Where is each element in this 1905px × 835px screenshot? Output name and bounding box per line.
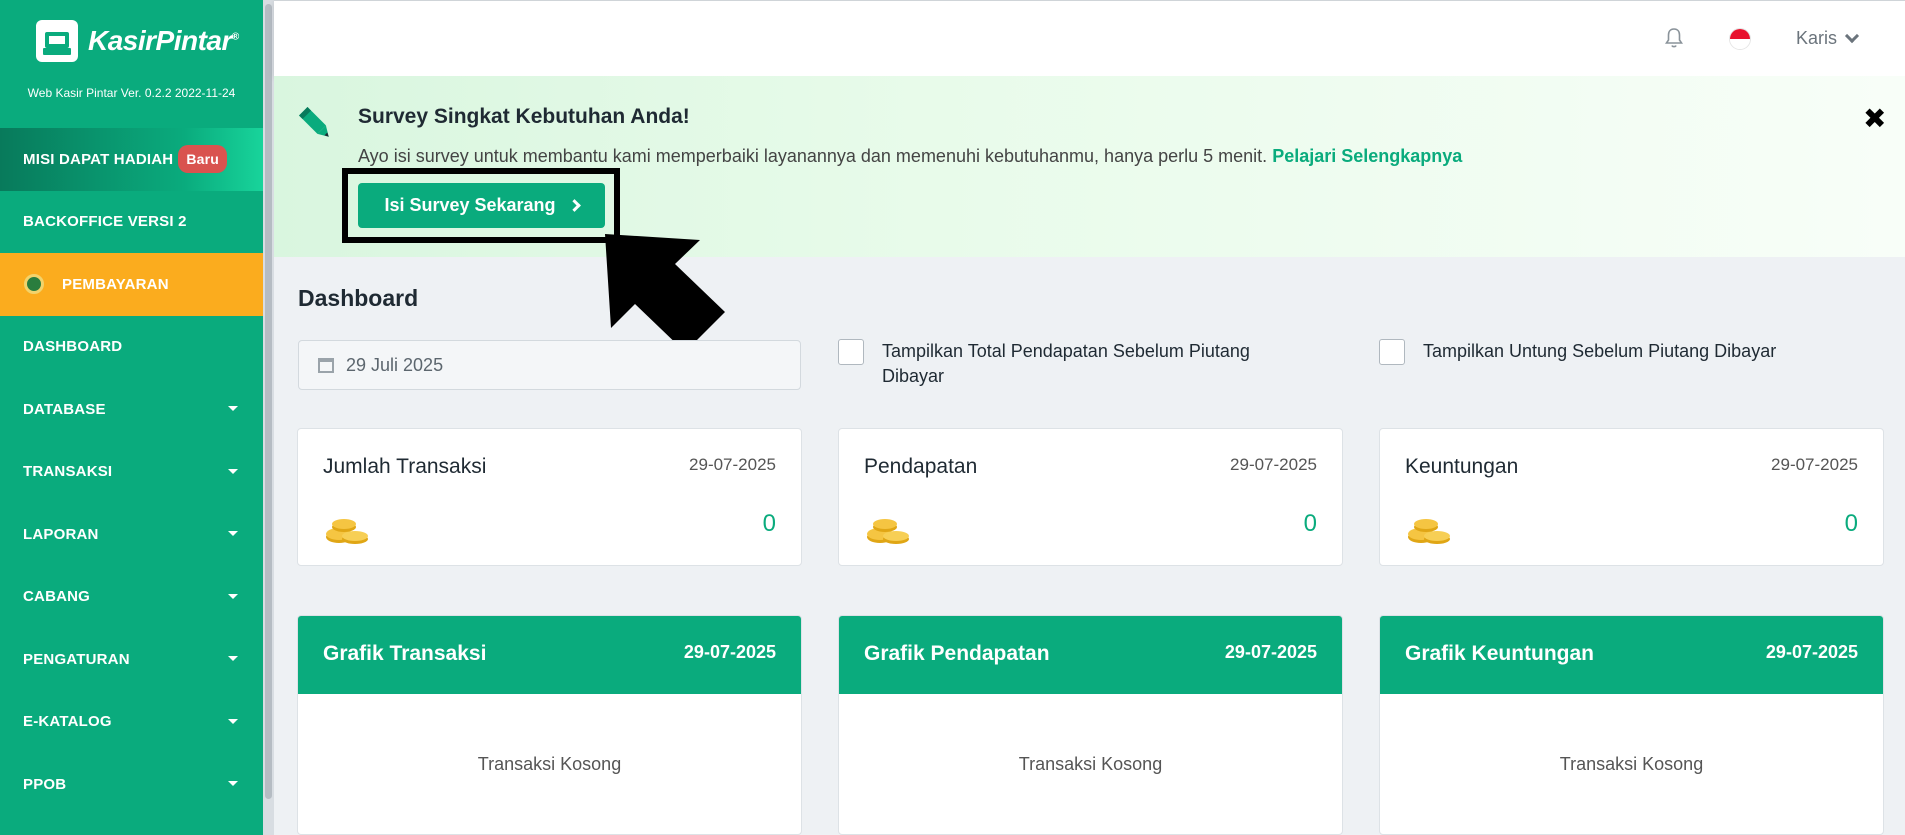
caret-down-icon — [228, 531, 238, 536]
caret-down-icon — [228, 656, 238, 661]
app-version: Web Kasir Pintar Ver. 0.2.2 2022-11-24 — [27, 86, 236, 100]
sidebar-item-ppob[interactable]: PPOB — [0, 753, 263, 816]
page-title: Dashboard — [298, 285, 419, 311]
card-jumlah-transaksi: Jumlah Transaksi 29-07-2025 0 — [297, 428, 802, 566]
graph-card-pendapatan: Grafik Pendapatan 29-07-2025 Transaksi Ko… — [838, 615, 1343, 835]
sidebar-item-transaksi[interactable]: TRANSAKSI — [0, 441, 263, 504]
empty-state: Transaksi Kosong — [1559, 754, 1704, 774]
fill-survey-button[interactable]: Isi Survey Sekarang — [358, 183, 605, 228]
sidebar-scrollbar[interactable] — [265, 4, 272, 799]
sidebar-item-misi-dapat-hadiah[interactable]: MISI DAPAT HADIAH Baru — [0, 128, 263, 191]
user-name: Karis — [1796, 28, 1838, 48]
caret-down-icon — [228, 468, 238, 474]
sidebar-item-pembayaran[interactable]: PEMBAYARAN — [0, 253, 263, 316]
caret-down-icon — [228, 406, 238, 411]
graph-card-transaksi: Grafik Transaksi 29-07-2025 Transaksi Kos… — [297, 615, 802, 835]
pencil-icon — [299, 107, 329, 137]
survey-description: Ayo isi survey untuk membantu kami mempe… — [358, 146, 1463, 166]
bell-icon[interactable] — [1664, 27, 1684, 49]
empty-state: Transaksi Kosong — [1018, 754, 1163, 774]
graph-card-keuntungan: Grafik Keuntungan 29-07-2025 Transaksi Ko… — [1379, 615, 1884, 835]
sidebar-item-cabang[interactable]: CABANG — [0, 566, 263, 629]
coins-icon — [326, 519, 368, 544]
sidebar-item-database[interactable]: DATABASE — [0, 378, 263, 441]
brand: KasirPintar® Web Kasir Pintar Ver. 0.2.2… — [0, 0, 263, 128]
medal-icon — [24, 274, 44, 295]
learn-more-link[interactable]: Pelajari Selengkapnya — [1272, 146, 1462, 166]
sidebar: KasirPintar® Web Kasir Pintar Ver. 0.2.2… — [0, 0, 263, 835]
cash-register-icon — [36, 20, 78, 62]
sidebar-item-pengaturan[interactable]: PENGATURAN — [0, 628, 263, 691]
close-icon[interactable]: ✖ — [1863, 102, 1886, 135]
empty-state: Transaksi Kosong — [477, 754, 622, 774]
chevron-right-icon — [567, 199, 581, 212]
sidebar-item-laporan[interactable]: LAPORAN — [0, 503, 263, 566]
logo[interactable]: KasirPintar® — [36, 20, 239, 62]
sidebar-menu: MISI DAPAT HADIAH Baru BACKOFFICE VERSI 2… — [0, 128, 263, 816]
caret-down-icon — [228, 781, 238, 786]
sidebar-item-dashboard[interactable]: DASHBOARD — [0, 316, 263, 379]
brand-name: KasirPintar — [88, 25, 232, 56]
sidebar-item-backoffice[interactable]: BACKOFFICE VERSI 2 — [0, 191, 263, 254]
checkbox-untung[interactable] — [1379, 339, 1405, 365]
survey-title: Survey Singkat Kebutuhan Anda! — [358, 105, 690, 128]
date-picker[interactable]: 29 Juli 2025 — [298, 340, 801, 390]
new-badge: Baru — [178, 145, 228, 174]
checkbox-untung-label: Tampilkan Untung Sebelum Piutang Dibayar — [1423, 341, 1777, 361]
checkbox-total-pendapatan-label: Tampilkan Total Pendapatan Sebelum Piuta… — [882, 341, 1250, 386]
sidebar-item-e-katalog[interactable]: E-KATALOG — [0, 691, 263, 754]
calendar-icon — [318, 357, 334, 373]
checkbox-total-pendapatan[interactable] — [838, 339, 864, 365]
coins-icon — [1408, 519, 1450, 544]
card-keuntungan: Keuntungan 29-07-2025 0 — [1379, 428, 1884, 566]
chevron-down-icon — [1844, 28, 1860, 44]
caret-down-icon — [228, 593, 238, 599]
indonesia-flag-icon[interactable] — [1729, 28, 1751, 50]
user-menu[interactable]: Karis — [1796, 28, 1860, 49]
topbar: Karis — [274, 0, 1905, 76]
card-pendapatan: Pendapatan 29-07-2025 0 — [838, 428, 1343, 566]
caret-down-icon — [228, 718, 238, 724]
coins-icon — [867, 519, 909, 544]
